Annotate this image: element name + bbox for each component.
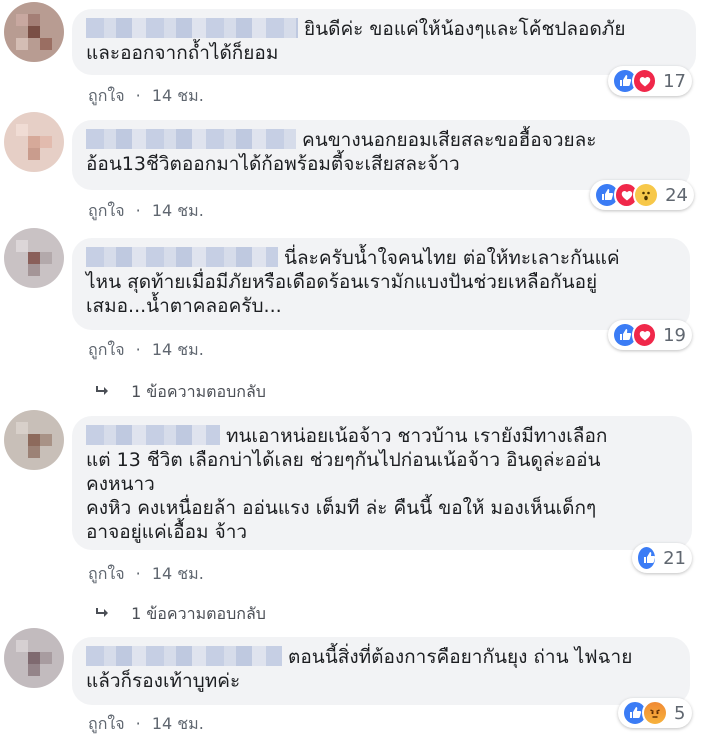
reply-arrow-icon [96, 604, 110, 623]
reaction-summary[interactable]: 24 [590, 180, 694, 210]
reply-arrow-icon [96, 382, 110, 401]
author-name[interactable] [86, 18, 298, 38]
comment-actions: ถูกใจ · 14 ชม. [88, 562, 204, 587]
author-name[interactable] [86, 129, 296, 149]
author-name[interactable] [86, 425, 220, 445]
reaction-count: 24 [665, 184, 689, 206]
separator: · [135, 714, 141, 733]
reaction-count: 17 [663, 70, 686, 92]
comment-bubble: ยินดีค่ะ ขอแค่ให้น้องๆและโค้ชปลอดภัย และ… [72, 9, 696, 75]
like-link[interactable]: ถูกใจ [88, 86, 125, 105]
reaction-count: 5 [674, 702, 686, 724]
author-name[interactable] [86, 247, 278, 267]
avatar[interactable] [4, 228, 64, 288]
like-link[interactable]: ถูกใจ [88, 340, 125, 359]
view-replies-link[interactable]: 1 ข้อความตอบกลับ [96, 602, 266, 627]
angry-reaction-icon [642, 700, 668, 726]
avatar[interactable] [4, 2, 64, 62]
comment-bubble: นี่ละครับน้ำใจคนไทย ต่อให้ทะเลาะกันแค่ ไ… [72, 238, 690, 330]
comment-bubble: คนขางนอกยอมเสียสละขอฮื้อจวยละ อ้อน13ชีวิ… [72, 120, 690, 190]
reaction-count: 21 [663, 547, 686, 569]
timestamp[interactable]: 14 ชม. [152, 564, 204, 583]
timestamp[interactable]: 14 ชม. [152, 201, 204, 220]
comment-actions: ถูกใจ · 14 ชม. [88, 84, 204, 109]
like-link[interactable]: ถูกใจ [88, 564, 125, 583]
like-reaction-icon [636, 545, 658, 571]
author-name[interactable] [86, 646, 282, 666]
comment-actions: ถูกใจ · 14 ชม. [88, 199, 204, 224]
like-link[interactable]: ถูกใจ [88, 714, 125, 733]
reaction-summary[interactable]: 5 [618, 698, 692, 728]
avatar[interactable] [4, 112, 64, 172]
reaction-count: 19 [663, 324, 686, 346]
love-reaction-icon [631, 68, 658, 94]
reaction-summary[interactable]: 17 [608, 66, 692, 96]
timestamp[interactable]: 14 ชม. [152, 340, 204, 359]
timestamp[interactable]: 14 ชม. [152, 714, 204, 733]
love-reaction-icon [631, 322, 658, 348]
like-link[interactable]: ถูกใจ [88, 201, 125, 220]
comment-actions: ถูกใจ · 14 ชม. [88, 338, 204, 363]
reply-count-label: 1 ข้อความตอบกลับ [131, 604, 266, 623]
separator: · [135, 201, 141, 220]
comment-bubble: ทนเอาหน่อยเน้อจ้าว ชาวบ้าน เรายังมีทางเล… [72, 416, 692, 550]
comment-bubble: ตอนนี้สิ่งที่ต้องการคือยากันยุง ถ่าน ไฟฉ… [72, 637, 690, 705]
separator: · [135, 86, 141, 105]
separator: · [135, 564, 141, 583]
comment-actions: ถูกใจ · 14 ชม. [88, 712, 204, 737]
timestamp[interactable]: 14 ชม. [152, 86, 204, 105]
avatar[interactable] [4, 628, 64, 688]
wow-reaction-icon [633, 182, 660, 208]
view-replies-link[interactable]: 1 ข้อความตอบกลับ [96, 380, 266, 405]
avatar[interactable] [4, 410, 64, 470]
reaction-summary[interactable]: 19 [608, 320, 692, 350]
reaction-summary[interactable]: 21 [632, 543, 692, 573]
separator: · [135, 340, 141, 359]
reply-count-label: 1 ข้อความตอบกลับ [131, 382, 266, 401]
